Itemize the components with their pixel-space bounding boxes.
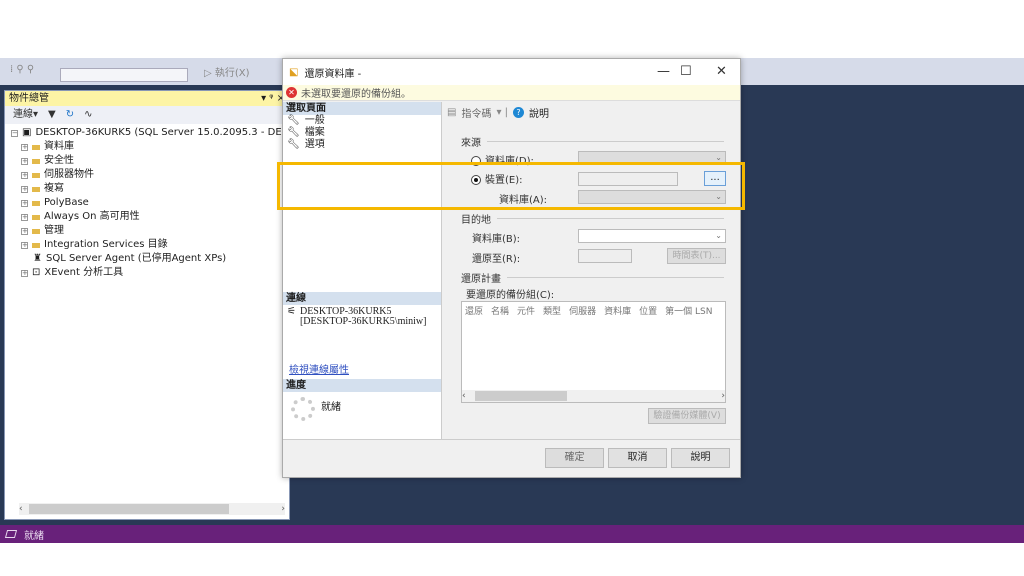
ok-button[interactable]: 確定 [545,448,604,468]
help-button[interactable]: 說明 [671,448,730,468]
connection-icon: ⚟ [287,306,296,317]
folder-icon [32,228,40,234]
expand-icon[interactable]: + [21,227,28,235]
folder-icon [32,186,40,192]
server-node[interactable]: − ▣ DESKTOP-36KURK5 (SQL Server 15.0.2095.… [11,126,317,140]
refresh-icon[interactable]: ↻ [66,106,74,124]
restore-to-input[interactable] [578,249,632,263]
column-header[interactable]: 伺服器 [569,304,596,317]
wrench-icon: 🔧︎ [287,127,300,138]
progress-header: 進度 [283,379,441,392]
select-page-header: 選取頁面 [283,102,441,115]
help-icon: ? [513,107,525,118]
tree-node[interactable]: + 伺服器物件 [21,168,289,182]
status-icon [4,530,18,538]
column-header[interactable]: 還原 [465,304,483,317]
database-combo[interactable] [60,68,188,82]
close-button[interactable]: ✕ [716,64,727,79]
column-header[interactable]: 位置 [639,304,657,317]
tree-node[interactable]: + 管理 [21,224,289,238]
column-header[interactable]: 類型 [543,304,561,317]
filter-icon[interactable]: ▼ [48,106,56,124]
backup-sets-grid[interactable]: 還原 名稱 元件 類型 伺服器 資料庫 位置 第一個 LSN ‹ › [461,301,726,403]
help-link[interactable]: 說明 [529,105,549,120]
dest-database-combo[interactable]: ⌄ [578,229,726,243]
page-item[interactable]: 🔧︎ 檔案 [283,127,441,139]
folder-icon [32,158,40,164]
error-icon: ✕ [286,87,297,98]
cancel-button[interactable]: 取消 [608,448,667,468]
object-explorer-title: 物件總管 [9,93,49,104]
wrench-icon: 🔧︎ [287,139,300,150]
horizontal-scrollbar[interactable]: ‹ › [19,503,285,515]
folder-icon [32,144,40,150]
wrench-icon: 🔧︎ [287,115,300,126]
warning-message: 未選取要還原的備份組。 [301,89,411,100]
expand-icon[interactable]: + [21,213,28,221]
tree-node-agent[interactable]: ♜ SQL Server Agent (已停用Agent XPs) [11,252,289,266]
progress-spinner-icon [291,397,315,421]
expand-icon[interactable]: + [21,143,28,151]
expand-icon[interactable]: + [21,157,28,165]
backup-sets-label: 要還原的備份組(C): [466,290,555,301]
folder-icon [32,172,40,178]
folder-icon [32,214,40,220]
grid-scrollbar[interactable]: ‹ › [462,390,725,402]
column-header[interactable]: 元件 [517,304,535,317]
column-header[interactable]: 第一個 LSN [665,304,712,317]
expand-icon[interactable]: + [21,199,28,207]
script-button[interactable]: 指令碼 [461,105,491,120]
execute-button[interactable]: ▷ 執行(X) [204,64,250,79]
page-item[interactable]: 🔧︎ 選項 [283,139,441,151]
expand-icon[interactable]: + [21,185,28,193]
column-header[interactable]: 名稱 [491,304,509,317]
folder-icon [32,242,40,248]
progress-status: 就緒 [321,402,341,413]
expand-icon[interactable]: + [21,171,28,179]
expand-icon[interactable]: + [21,241,28,249]
script-icon: ▤ [447,107,457,118]
connection-header: 連線 [283,292,441,305]
status-text: 就緒 [24,530,44,542]
restore-plan-group-label: 還原計畫 [461,274,501,285]
tree-node[interactable]: + 安全性 [21,154,289,168]
tree-node[interactable]: + PolyBase [21,196,289,210]
tree-node[interactable]: + Integration Services 目錄 [21,238,289,252]
tree-node-xevent[interactable]: + ⊡ XEvent 分析工具 [11,266,289,280]
connection-user: [DESKTOP-36KURK5\miniw] [299,316,427,327]
activity-icon[interactable]: ∿ [84,106,92,124]
destination-group-label: 目的地 [461,215,491,226]
tree-node[interactable]: + 資料庫 [21,140,289,154]
tree-node[interactable]: + Always On 高可用性 [21,210,289,224]
folder-icon [32,200,40,206]
dest-database-label: 資料庫(B): [472,234,521,245]
object-explorer: 物件總管 ▾ ᵠ × 連線▾ ▼ ↻ ∿ − ▣ DESKTOP-36KURK5 (SQL … [4,90,317,520]
highlight-box [277,162,745,210]
column-header[interactable]: 資料庫 [604,304,631,317]
maximize-button[interactable]: ☐ [680,64,692,79]
connect-icon[interactable]: ⁞ ⚲ ⚲ [10,64,34,75]
verify-backup-media-button[interactable]: 驗證備份媒體(V) [648,408,726,424]
source-group-label: 來源 [461,138,481,149]
timeline-button[interactable]: 時間表(T)... [667,248,726,264]
dialog-title: 還原資料庫 - [304,68,362,80]
restore-to-label: 還原至(R): [472,254,521,265]
minimize-button[interactable]: — [657,64,670,79]
status-bar: 就緒 [0,525,1024,543]
connect-dropdown[interactable]: 連線▾ [13,106,38,124]
page-item[interactable]: 🔧︎ 一般 [283,115,441,127]
view-connection-properties-link[interactable]: 檢視連線屬性 [289,361,349,376]
restore-database-dialog: ⬕ 還原資料庫 - — ☐ ✕ ✕ 未選取要還原的備份組。 選取頁面 🔧︎ 一般 🔧︎ 檔… [282,58,741,478]
tree-node[interactable]: + 複寫 [21,182,289,196]
restore-icon: ⬕ [289,66,299,78]
